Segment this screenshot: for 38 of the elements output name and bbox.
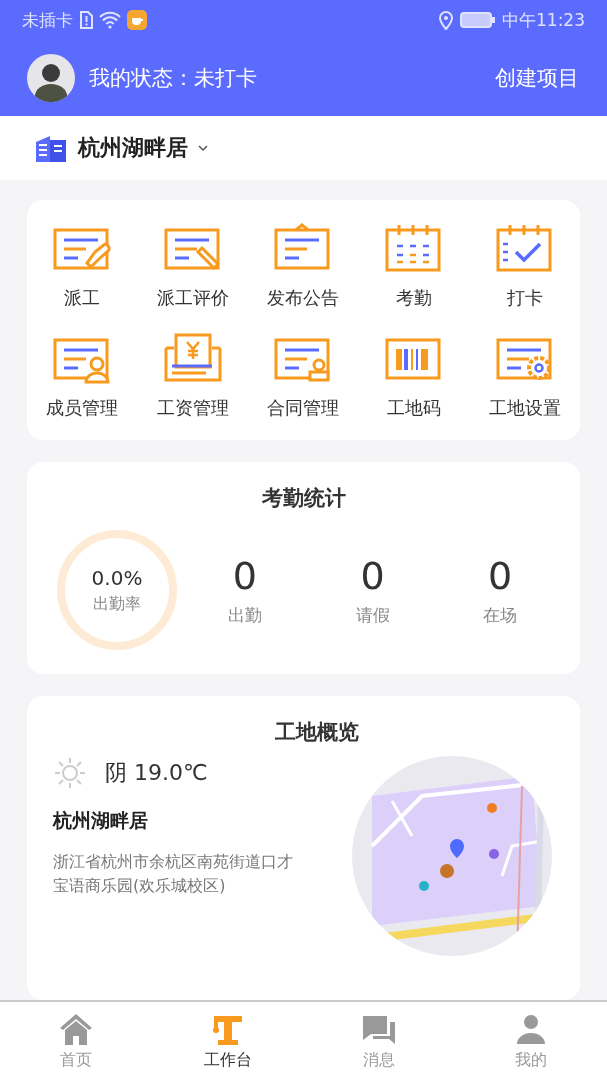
stat-label: 请假: [355, 603, 390, 627]
stat-value: 0: [488, 553, 513, 598]
tool-item[interactable]: 打卡: [469, 222, 580, 310]
location-icon: [438, 10, 454, 30]
stat-label: 在场: [483, 603, 518, 627]
battery-icon: [460, 11, 496, 29]
tool-item[interactable]: 合同管理: [248, 332, 359, 420]
tool-item[interactable]: 发布公告: [248, 222, 359, 310]
tool-item[interactable]: 工地设置: [469, 332, 580, 420]
create-project-link[interactable]: 创建项目: [495, 64, 579, 92]
rate-label: 出勤率: [93, 593, 141, 615]
sun-icon: [53, 756, 87, 790]
card-title: 考勤统计: [260, 485, 347, 512]
status-text: 我的状态：未打卡: [89, 65, 257, 92]
stat-value: 0: [232, 553, 257, 598]
card-title: 工地概览: [273, 719, 360, 746]
tool-item[interactable]: 派工: [27, 222, 138, 310]
tool-item[interactable]: 工地码: [358, 332, 470, 420]
carrier-text: 未插卡: [22, 8, 73, 32]
building-icon: [34, 134, 68, 162]
wifi-icon: [99, 11, 121, 29]
clock-text: 中午11:23: [502, 8, 585, 32]
weather-text: 阴 19.0℃: [105, 759, 208, 787]
site-name: 杭州湖畔居: [53, 808, 149, 833]
chevron-down-icon[interactable]: [198, 144, 208, 152]
stat-label: 出勤: [227, 603, 262, 627]
tool-item[interactable]: 成员管理: [27, 332, 138, 420]
rate-value: 0.0%: [91, 565, 143, 590]
tool-item[interactable]: 派工评价: [137, 222, 249, 310]
cup-app-icon: [127, 10, 147, 30]
avatar: [27, 54, 75, 102]
nav-tab[interactable]: 工作台: [151, 1002, 304, 1080]
tool-item[interactable]: 考勤: [358, 222, 470, 310]
project-selector[interactable]: 杭州湖畔居: [78, 133, 188, 163]
tool-item[interactable]: 工资管理: [137, 332, 249, 420]
stat-value: 0: [360, 553, 385, 598]
sim-alert-icon: [79, 11, 93, 29]
site-address: 浙江省杭州市余杭区南苑街道口才宝语商乐园(欢乐城校区): [53, 851, 294, 897]
